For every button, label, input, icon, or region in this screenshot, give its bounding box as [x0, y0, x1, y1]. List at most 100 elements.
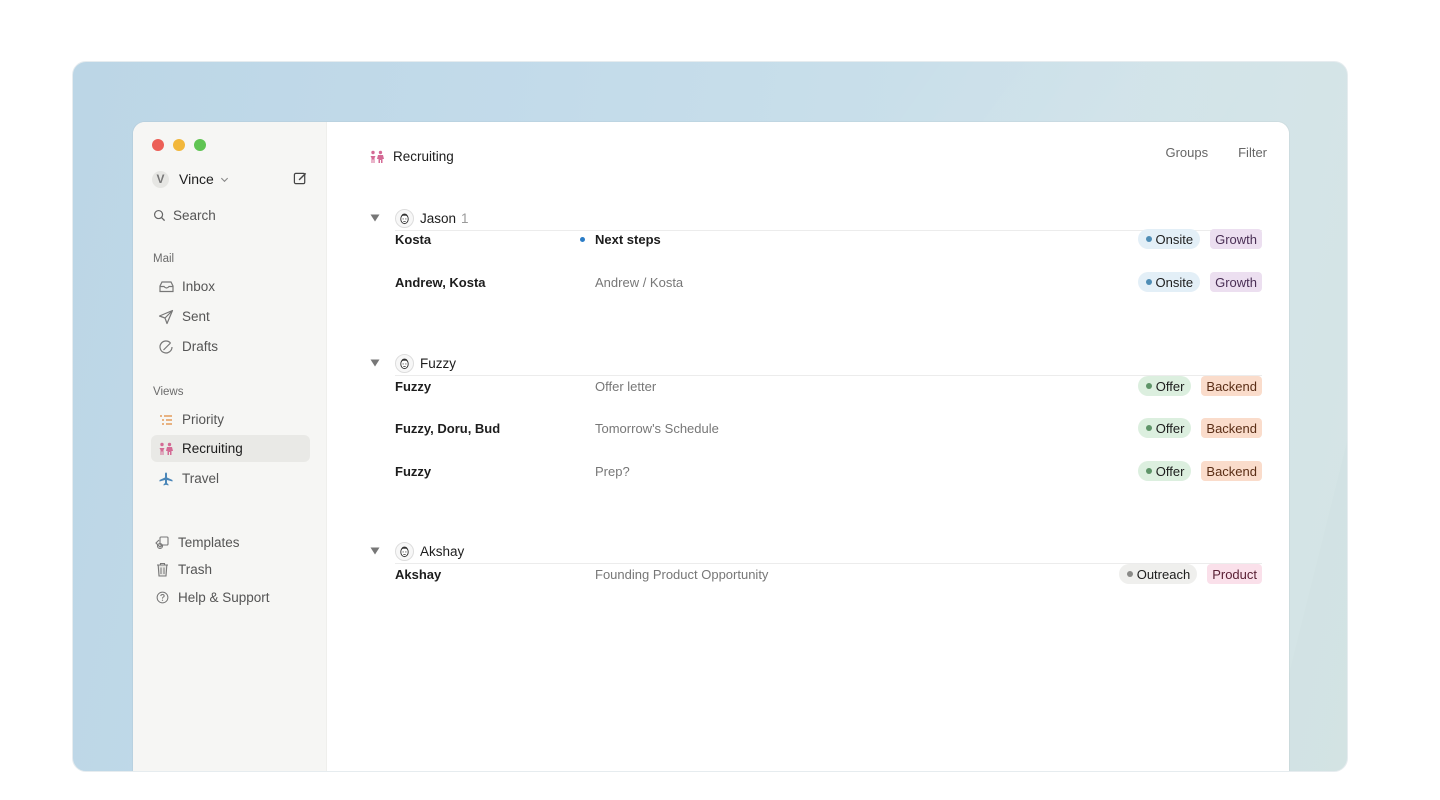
- chevron-down-icon: [220, 177, 228, 182]
- thread-row[interactable]: Kosta Next steps Onsite Growth: [395, 224, 1262, 254]
- status-badge[interactable]: Offer: [1137, 418, 1192, 438]
- close-window-button[interactable]: [152, 139, 164, 151]
- status-dot: [1145, 425, 1152, 431]
- people-icon: [157, 440, 175, 458]
- status-dot: [1126, 571, 1133, 577]
- window-controls: [152, 139, 206, 151]
- page-title: Recruiting: [393, 149, 454, 164]
- thread-tags: Offer Backend: [1137, 461, 1262, 481]
- sidebar-item-label: Help & Support: [178, 590, 270, 605]
- collapse-caret-icon[interactable]: [369, 359, 381, 367]
- label-badge[interactable]: Backend: [1201, 376, 1262, 396]
- status-dot: [1145, 236, 1152, 242]
- status-badge[interactable]: Onsite: [1137, 229, 1201, 249]
- search-button[interactable]: Search: [153, 208, 216, 223]
- status-text: Outreach: [1136, 566, 1191, 582]
- thread-sender: Fuzzy: [395, 463, 432, 479]
- thread-row[interactable]: Fuzzy, Doru, Bud Tomorrow's Schedule Offer…: [395, 413, 1262, 443]
- priority-list-icon: [157, 411, 175, 429]
- search-icon: [153, 209, 166, 222]
- airplane-icon: [157, 470, 175, 488]
- status-text: Offer: [1155, 420, 1185, 436]
- people-icon: [370, 150, 384, 163]
- sidebar-item-label: Travel: [182, 471, 220, 486]
- label-badge[interactable]: Growth: [1210, 272, 1262, 292]
- status-text: Offer: [1155, 378, 1185, 394]
- filter-button[interactable]: Filter: [1238, 145, 1267, 160]
- label-badge[interactable]: Backend: [1201, 461, 1262, 481]
- drafts-icon: [157, 338, 175, 356]
- group-fuzzy: Fuzzy Fuzzy Offer letter Offer Backend Fuzzy,…: [369, 351, 1262, 481]
- collapse-caret-icon[interactable]: [369, 214, 381, 222]
- thread-subject: Offer letter: [595, 378, 657, 394]
- status-text: Onsite: [1155, 231, 1194, 247]
- view-title: Recruiting: [369, 149, 454, 164]
- collapse-caret-icon[interactable]: [369, 547, 381, 555]
- assignee-avatar: [395, 541, 414, 561]
- sidebar-item-help[interactable]: Help & Support: [147, 584, 306, 611]
- thread-sender: Fuzzy, Doru, Bud: [395, 420, 501, 436]
- sidebar-item-label: Drafts: [182, 339, 219, 354]
- group-akshay: Akshay Akshay Founding Product Opportunity…: [369, 539, 1262, 584]
- groups-button[interactable]: Groups: [1165, 145, 1208, 160]
- thread-subject: Andrew / Kosta: [595, 274, 684, 290]
- inbox-icon: [157, 278, 175, 296]
- unread-dot: [580, 236, 585, 242]
- status-dot: [1145, 383, 1152, 389]
- trash-icon: [153, 561, 171, 579]
- group-name: Akshay: [420, 543, 465, 559]
- sidebar-item-label: Sent: [182, 309, 210, 324]
- thread-sender: Andrew, Kosta: [395, 274, 486, 290]
- thread-row[interactable]: Fuzzy Prep? Offer Backend: [395, 456, 1262, 486]
- status-badge[interactable]: Outreach: [1118, 564, 1198, 584]
- templates-icon: [153, 534, 171, 552]
- sidebar-item-recruiting[interactable]: Recruiting: [151, 435, 310, 462]
- status-text: Offer: [1155, 463, 1185, 479]
- sidebar-item-templates[interactable]: Templates: [147, 529, 306, 556]
- thread-tags: Offer Backend: [1137, 418, 1262, 438]
- thread-subject: Next steps: [595, 231, 661, 247]
- label-badge[interactable]: Product: [1207, 564, 1262, 584]
- send-icon: [157, 308, 175, 326]
- views-section-label: Views: [153, 386, 184, 398]
- sidebar-item-trash[interactable]: Trash: [147, 556, 306, 583]
- assignee-avatar: [395, 353, 414, 373]
- account-avatar: V: [152, 170, 169, 188]
- sidebar-item-drafts[interactable]: Drafts: [151, 333, 310, 360]
- label-badge[interactable]: Backend: [1201, 418, 1262, 438]
- status-dot: [1145, 468, 1152, 474]
- label-badge[interactable]: Growth: [1210, 229, 1262, 249]
- sidebar-item-label: Inbox: [182, 279, 216, 294]
- thread-row[interactable]: Fuzzy Offer letter Offer Backend: [395, 371, 1262, 401]
- search-label: Search: [173, 208, 216, 223]
- group-jason: Jason 1 Kosta Next steps Onsite Growth Andrew,…: [369, 206, 1262, 292]
- thread-sender: Fuzzy: [395, 378, 432, 394]
- compose-icon[interactable]: [293, 171, 308, 186]
- thread-tags: Offer Backend: [1137, 376, 1262, 396]
- sidebar-item-label: Trash: [178, 562, 213, 577]
- status-badge[interactable]: Offer: [1137, 461, 1192, 481]
- account-name: Vince: [179, 171, 214, 187]
- sidebar-item-sent[interactable]: Sent: [151, 303, 310, 330]
- thread-subject: Prep?: [595, 463, 630, 479]
- sidebar-item-inbox[interactable]: Inbox: [151, 273, 310, 300]
- status-badge[interactable]: Onsite: [1137, 272, 1201, 292]
- status-badge[interactable]: Offer: [1137, 376, 1192, 396]
- thread-tags: Outreach Product: [1118, 564, 1262, 584]
- thread-sender: Akshay: [395, 566, 442, 582]
- maximize-window-button[interactable]: [194, 139, 206, 151]
- sidebar-item-travel[interactable]: Travel: [151, 465, 310, 492]
- thread-sender: Kosta: [395, 231, 432, 247]
- status-dot: [1145, 279, 1152, 285]
- sidebar: V Vince Search Mail Inbox Sent Drafts Vi…: [133, 122, 327, 771]
- main-pane: Recruiting Groups Filter Jason 1 Kosta Next…: [328, 122, 1289, 771]
- status-text: Onsite: [1155, 274, 1194, 290]
- thread-row[interactable]: Akshay Founding Product Opportunity Outrea…: [395, 559, 1262, 589]
- account-switcher[interactable]: V Vince: [152, 169, 229, 189]
- help-icon: [153, 589, 171, 607]
- sidebar-item-label: Recruiting: [182, 441, 243, 456]
- thread-row[interactable]: Andrew, Kosta Andrew / Kosta Onsite Growth: [395, 267, 1262, 297]
- minimize-window-button[interactable]: [173, 139, 185, 151]
- mail-section-label: Mail: [153, 253, 175, 265]
- sidebar-item-priority[interactable]: Priority: [151, 406, 310, 433]
